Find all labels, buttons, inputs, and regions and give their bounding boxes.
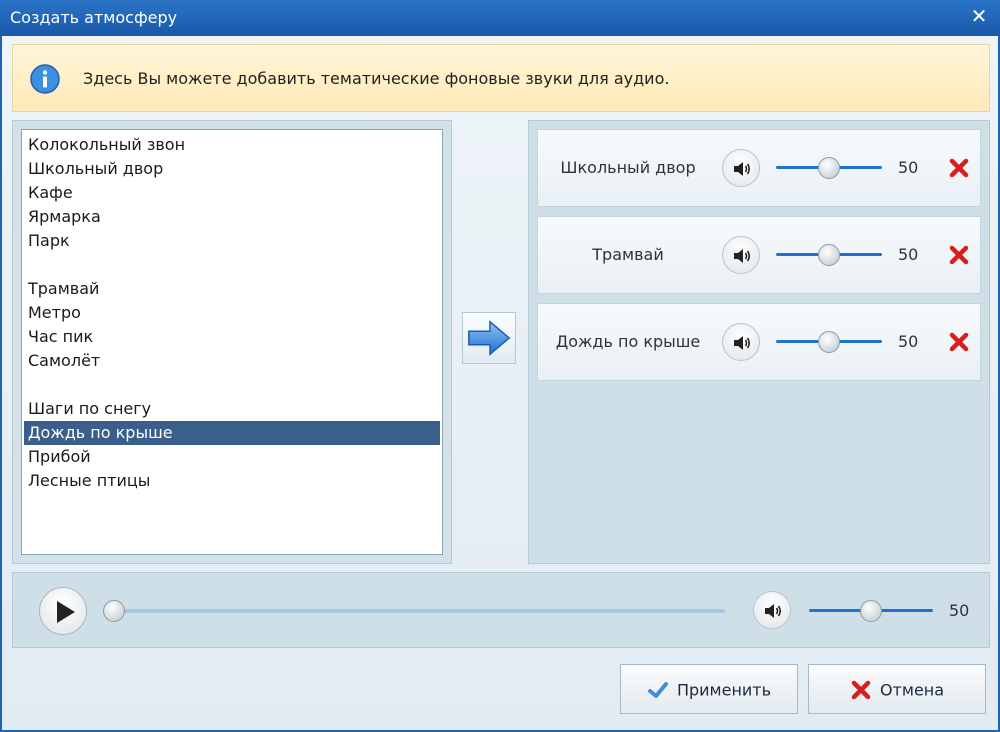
player-panel: 50	[12, 572, 990, 648]
track-volume-value: 50	[898, 245, 919, 264]
close-icon[interactable]: ✕	[968, 5, 990, 27]
track-name: Трамвай	[592, 245, 664, 264]
list-item[interactable]: Трамвай	[24, 277, 440, 301]
list-separator	[24, 253, 440, 277]
speaker-icon	[734, 162, 751, 176]
dialog-client: Здесь Вы можете добавить тематические фо…	[2, 36, 998, 730]
track-volume-button[interactable]	[722, 323, 760, 361]
sound-list-panel: Колокольный звон Школьный двор Кафе Ярмарка…	[12, 120, 452, 564]
list-separator	[24, 373, 440, 397]
remove-icon	[949, 158, 969, 178]
remove-track-button[interactable]	[948, 244, 970, 266]
master-volume-button[interactable]	[753, 591, 791, 629]
list-item[interactable]: Школьный двор	[24, 157, 440, 181]
apply-label: Применить	[676, 680, 772, 700]
remove-icon	[949, 245, 969, 265]
list-item[interactable]: Прибой	[24, 445, 440, 469]
list-item[interactable]: Дождь по крыше	[24, 421, 440, 445]
list-item[interactable]: Метро	[24, 301, 440, 325]
apply-button[interactable]: Применить	[620, 664, 798, 714]
progress-track	[103, 609, 725, 613]
list-item[interactable]: Лесные птицы	[24, 469, 440, 493]
track-volume-thumb[interactable]	[818, 244, 840, 266]
list-item[interactable]: Шаги по снегу	[24, 397, 440, 421]
add-sound-button[interactable]	[462, 312, 516, 364]
selected-sounds-panel: Школьный двор 50 Трамвай 50 Дождь по крыше 50	[528, 120, 990, 564]
progress-thumb[interactable]	[103, 600, 125, 622]
list-item[interactable]: Ярмарка	[24, 205, 440, 229]
remove-icon	[949, 332, 969, 352]
info-text: Здесь Вы можете добавить тематические фо…	[83, 69, 670, 88]
track-volume-slider[interactable]	[776, 157, 882, 179]
play-button[interactable]	[39, 587, 87, 635]
list-item[interactable]: Кафе	[24, 181, 440, 205]
speaker-icon	[765, 604, 782, 618]
track-volume-slider[interactable]	[776, 244, 882, 266]
master-volume-slider[interactable]	[809, 600, 933, 622]
track-volume-value: 50	[898, 332, 919, 351]
master-volume-thumb[interactable]	[860, 600, 882, 622]
info-banner: Здесь Вы можете добавить тематические фо…	[12, 44, 990, 112]
list-item[interactable]: Самолёт	[24, 349, 440, 373]
sound-list[interactable]: Колокольный звон Школьный двор Кафе Ярмарка…	[21, 129, 443, 555]
sound-track-row: Дождь по крыше 50	[537, 303, 981, 381]
track-volume-thumb[interactable]	[818, 157, 840, 179]
remove-track-button[interactable]	[948, 331, 970, 353]
sound-track-row: Школьный двор 50	[537, 129, 981, 207]
sound-track-row: Трамвай 50	[537, 216, 981, 294]
track-name: Школьный двор	[560, 158, 696, 177]
track-name: Дождь по крыше	[555, 332, 701, 351]
title-bar: Создать атмосферу ✕	[0, 0, 1000, 36]
window-title: Создать атмосферу	[10, 8, 178, 27]
list-item[interactable]: Парк	[24, 229, 440, 253]
checkmark-icon	[647, 682, 668, 698]
list-item[interactable]: Колокольный звон	[24, 133, 440, 157]
track-volume-button[interactable]	[722, 236, 760, 274]
dialog-window: Создать атмосферу ✕ Здесь Вы можете доба…	[0, 0, 1000, 732]
arrow-right-icon	[468, 320, 511, 356]
track-volume-button[interactable]	[722, 149, 760, 187]
master-volume-value: 50	[949, 601, 970, 620]
track-volume-slider[interactable]	[776, 331, 882, 353]
remove-track-button[interactable]	[948, 157, 970, 179]
play-icon	[57, 601, 75, 623]
cancel-icon	[851, 680, 871, 700]
cancel-button[interactable]: Отмена	[808, 664, 986, 714]
track-volume-value: 50	[898, 158, 919, 177]
list-item[interactable]: Час пик	[24, 325, 440, 349]
track-volume-thumb[interactable]	[818, 331, 840, 353]
cancel-label: Отмена	[879, 680, 945, 700]
speaker-icon	[734, 249, 751, 263]
info-icon	[30, 64, 60, 94]
playback-progress-slider[interactable]	[103, 600, 725, 622]
speaker-icon	[734, 336, 751, 350]
